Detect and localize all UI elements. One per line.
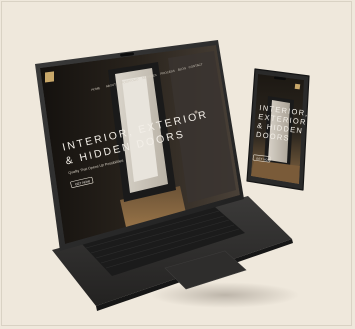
phone-mockup: INTERIOR, EXTERIOR & HIDDEN DOORS GET NO… xyxy=(246,68,310,191)
